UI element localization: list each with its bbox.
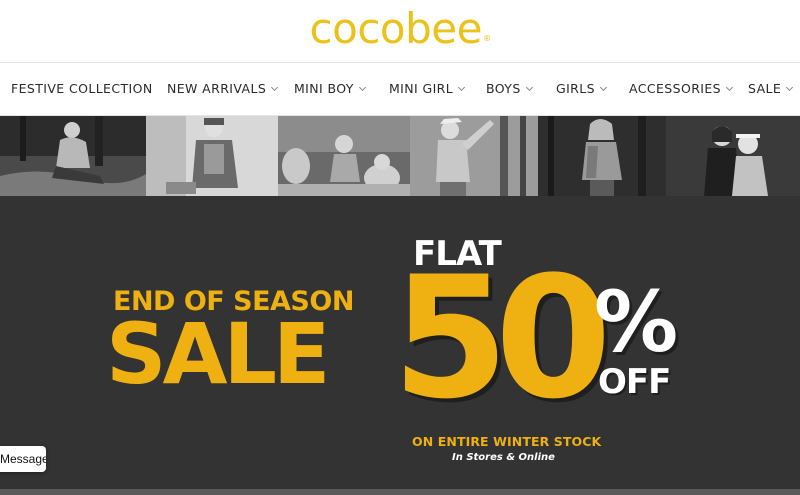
nav-item-mini-girl[interactable]: MINI GIRL (389, 63, 466, 115)
photo-girl-plaid (538, 116, 666, 196)
photo-kid-sitting-rocks (0, 116, 146, 196)
nav-label: BOYS (486, 81, 521, 96)
banner-subline: ON ENTIRE WINTER STOCK (412, 434, 602, 449)
chevron-down-icon (599, 83, 608, 92)
photo-two-girls (666, 116, 800, 196)
nav-item-accessories[interactable]: ACCESSORIES (629, 63, 734, 115)
banner-availability: In Stores & Online (452, 452, 555, 463)
banner-discount-value: 50 (392, 240, 612, 436)
chevron-down-icon (271, 83, 279, 92)
nav-item-boys[interactable]: BOYS (486, 63, 533, 115)
banner-line-sale: SALE (106, 305, 330, 403)
chevron-down-icon (786, 83, 794, 92)
nav-label: NEW ARRIVALS (167, 81, 267, 96)
nav-label: MINI BOY (294, 81, 354, 96)
banner-off: OFF (598, 362, 671, 402)
photo-boy-jacket (146, 116, 278, 196)
message-us-label: Message us (0, 452, 46, 466)
nav-item-mini-boy[interactable]: MINI BOY (294, 63, 366, 115)
nav-label: MINI GIRL (389, 81, 454, 96)
nav-label: GIRLS (556, 81, 595, 96)
nav-item-girls[interactable]: GIRLS (556, 63, 608, 115)
nav-item-festive-collection[interactable]: FESTIVE COLLECTION (11, 63, 153, 115)
photo-boy-pointing (410, 116, 538, 196)
photo-strip (0, 116, 800, 196)
chevron-down-icon (725, 83, 734, 92)
chevron-down-icon (358, 83, 366, 92)
nav-label: SALE (748, 81, 782, 96)
brand-logo[interactable]: cocobee® (0, 3, 800, 55)
registered-mark: ® (482, 34, 491, 43)
sale-banner[interactable]: END OF SEASON SALE FLAT 50 % OFF ON ENTI… (0, 196, 800, 495)
nav-item-new-arrivals[interactable]: NEW ARRIVALS (167, 63, 279, 115)
chevron-down-icon (525, 83, 533, 92)
site-header: cocobee® (0, 0, 800, 62)
photo-girl-teddy (278, 116, 410, 196)
nav-item-sale[interactable]: SALE (748, 63, 794, 115)
nav-label: FESTIVE COLLECTION (11, 81, 153, 96)
chevron-down-icon (458, 83, 466, 92)
banner-percent-sign: % (594, 273, 679, 371)
main-nav: FESTIVE COLLECTION NEW ARRIVALS MINI BOY… (0, 62, 800, 116)
nav-label: ACCESSORIES (629, 81, 721, 96)
logo-text: cocobee (309, 4, 483, 53)
next-section-peek (0, 489, 800, 495)
message-us-button[interactable]: Message us (0, 446, 46, 472)
